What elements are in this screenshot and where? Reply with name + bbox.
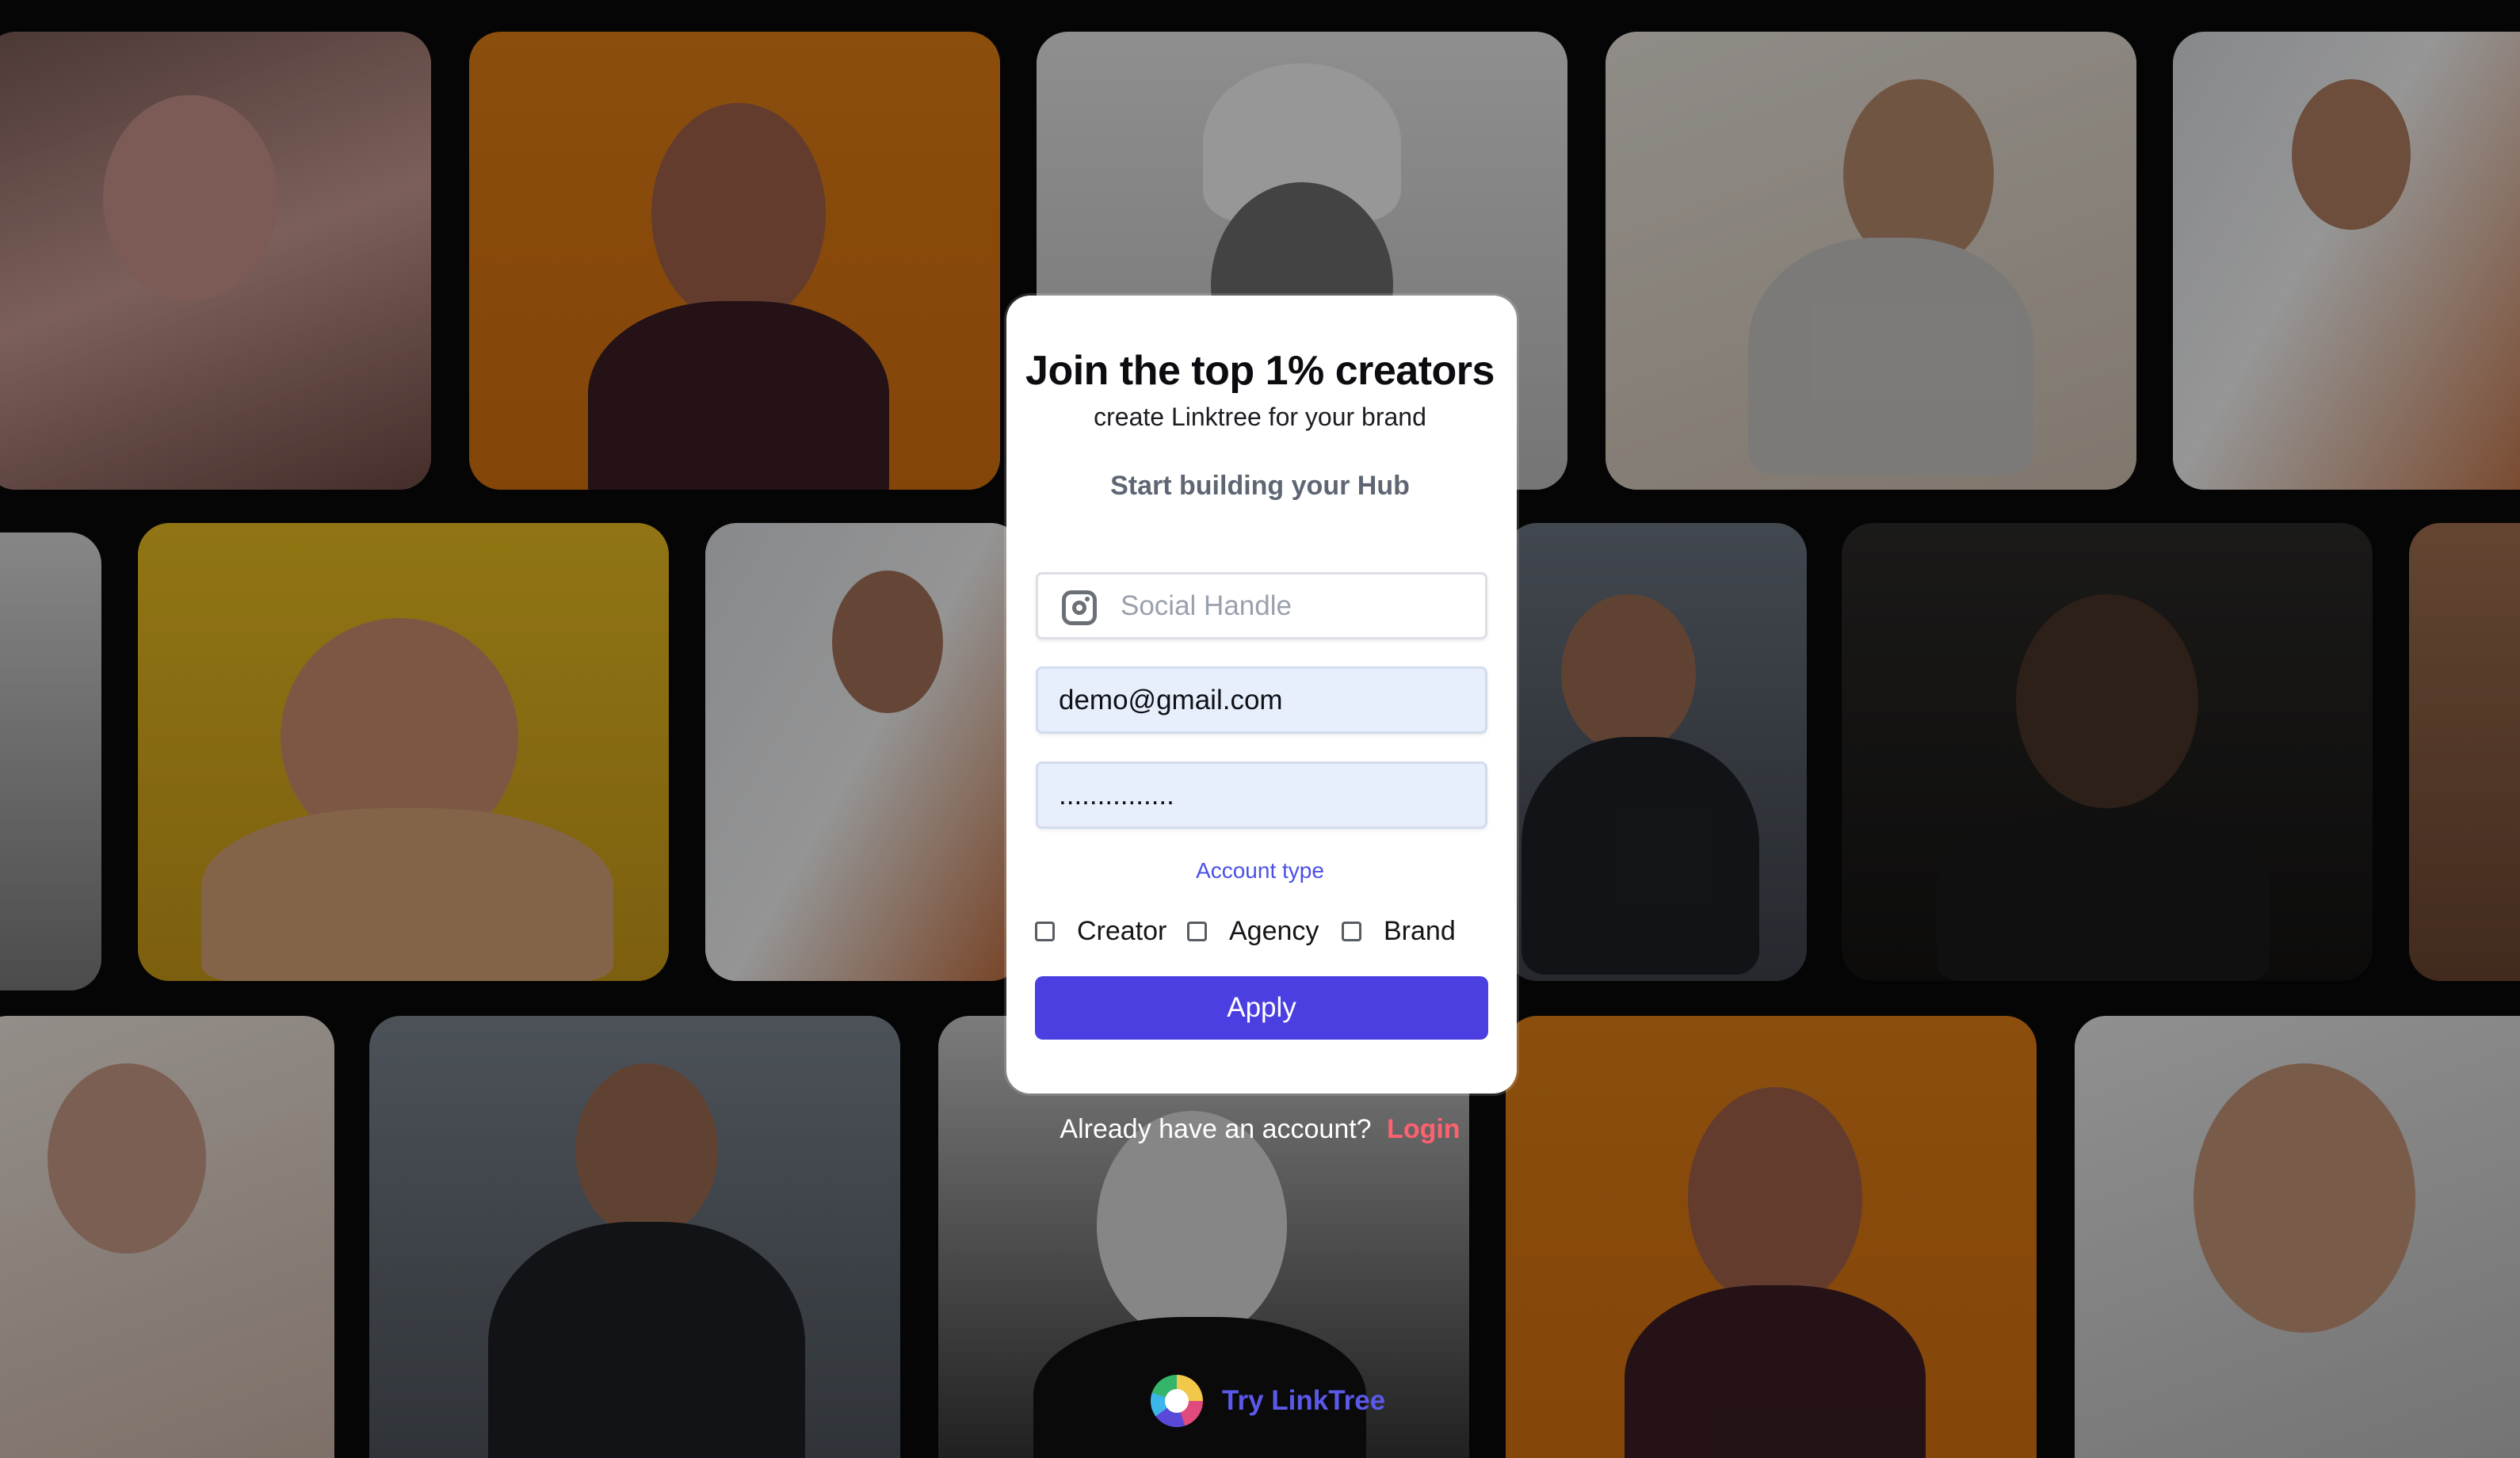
- account-type-label: Account type: [1196, 858, 1324, 883]
- creator-label: Creator: [1077, 915, 1167, 946]
- background-photo: [369, 1016, 900, 1458]
- account-option-brand[interactable]: Brand: [1342, 914, 1456, 948]
- email-field: [1036, 666, 1487, 734]
- background-photo: [1506, 1016, 2037, 1458]
- creator-checkbox[interactable]: [1035, 921, 1055, 941]
- modal-title: Join the top 1% creators: [1025, 348, 1495, 394]
- background-photo: [0, 532, 101, 990]
- background-photo: [1506, 523, 1807, 981]
- background-photo: [1842, 523, 2373, 981]
- modal-subtitle: create Linktree for your brand: [1094, 403, 1426, 431]
- account-option-creator[interactable]: Creator: [1035, 914, 1166, 948]
- section-heading: Start building your Hub: [1110, 471, 1410, 501]
- background-photo: [2409, 523, 2520, 981]
- agency-label: Agency: [1229, 915, 1319, 946]
- social-handle-input[interactable]: [1038, 574, 1485, 637]
- try-linktree-link[interactable]: Try LinkTree: [1151, 1373, 1385, 1429]
- login-prompt: Already have an account?: [1060, 1114, 1372, 1144]
- social-handle-field: [1036, 572, 1487, 639]
- password-field: [1036, 761, 1487, 829]
- linktree-logo-icon: [1151, 1375, 1203, 1427]
- background-photo: [138, 523, 669, 981]
- password-input[interactable]: [1038, 764, 1485, 826]
- agency-checkbox[interactable]: [1187, 921, 1207, 941]
- login-prompt-row: Already have an account? Login: [0, 1114, 2520, 1145]
- apply-button[interactable]: Apply: [1035, 976, 1488, 1040]
- login-link[interactable]: Login: [1387, 1114, 1460, 1144]
- email-input[interactable]: [1038, 669, 1485, 731]
- brand-checkbox[interactable]: [1342, 921, 1361, 941]
- account-option-agency[interactable]: Agency: [1187, 914, 1319, 948]
- try-linktree-label: Try LinkTree: [1222, 1385, 1386, 1416]
- background-photo: [0, 1016, 334, 1458]
- background-photo: [705, 523, 1022, 981]
- brand-label: Brand: [1384, 915, 1456, 946]
- background-photo: [2075, 1016, 2520, 1458]
